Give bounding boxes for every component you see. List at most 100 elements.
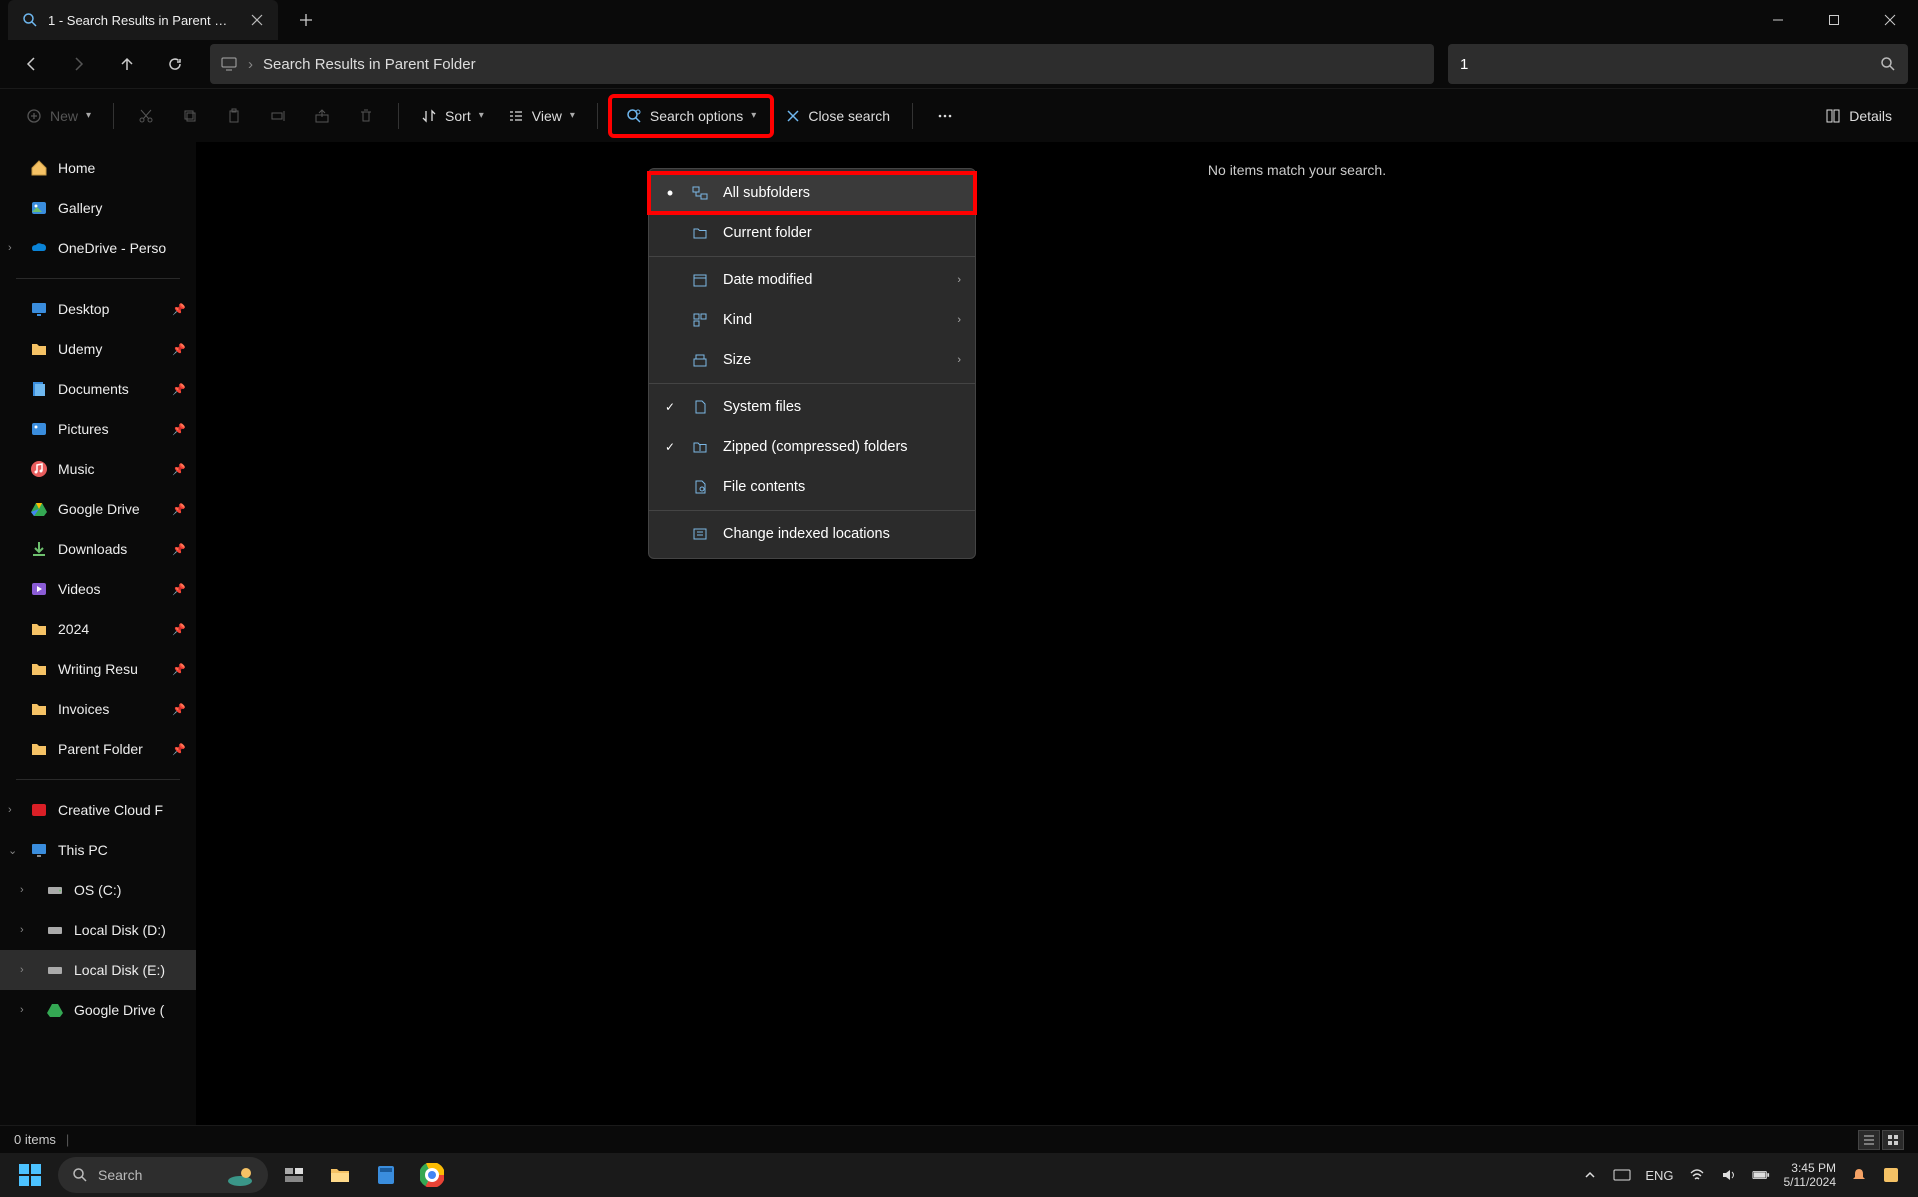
wifi-icon[interactable] xyxy=(1688,1166,1706,1184)
view-button[interactable]: View ▾ xyxy=(498,96,585,136)
dropdown-item-system-files[interactable]: ✓ System files xyxy=(649,387,975,427)
sidebar-item-label: Music xyxy=(58,461,95,477)
sidebar-item-2024[interactable]: 2024 📌 xyxy=(0,609,196,649)
folder-icon xyxy=(30,700,48,718)
pin-icon: 📌 xyxy=(172,543,186,556)
forward-button[interactable] xyxy=(58,44,100,84)
volume-icon[interactable] xyxy=(1720,1166,1738,1184)
sidebar-item-home[interactable]: Home xyxy=(0,148,196,188)
pictures-icon xyxy=(30,420,48,438)
sidebar[interactable]: Home Gallery › OneDrive - Perso Desktop … xyxy=(0,142,196,1153)
delete-button[interactable] xyxy=(346,96,386,136)
taskbar-app-explorer[interactable] xyxy=(320,1155,360,1195)
dropdown-item-indexed[interactable]: Change indexed locations xyxy=(649,514,975,554)
sidebar-item-invoices[interactable]: Invoices 📌 xyxy=(0,689,196,729)
sidebar-item-disk-e[interactable]: › Local Disk (E:) xyxy=(0,950,196,990)
sidebar-item-cc[interactable]: › Creative Cloud F xyxy=(0,790,196,830)
chevron-right-icon[interactable]: › xyxy=(20,884,24,896)
taskbar-search[interactable]: Search xyxy=(58,1157,268,1193)
chevron-down-icon[interactable]: ⌄ xyxy=(8,844,17,857)
start-button[interactable] xyxy=(8,1155,52,1195)
sidebar-item-music[interactable]: Music 📌 xyxy=(0,449,196,489)
dropdown-item-label: Kind xyxy=(723,312,943,328)
search-icon[interactable] xyxy=(1880,56,1896,72)
search-options-button[interactable]: Search options ▾ xyxy=(610,96,772,136)
refresh-button[interactable] xyxy=(154,44,196,84)
dropdown-item-current-folder[interactable]: Current folder xyxy=(649,213,975,253)
more-button[interactable] xyxy=(925,96,965,136)
file-icon xyxy=(691,398,709,416)
tray-app-icon[interactable] xyxy=(1882,1166,1900,1184)
dropdown-item-all-subfolders[interactable]: • All subfolders xyxy=(649,173,975,213)
contents-icon xyxy=(691,478,709,496)
rename-button[interactable] xyxy=(258,96,298,136)
sidebar-item-pictures[interactable]: Pictures 📌 xyxy=(0,409,196,449)
chevron-right-icon[interactable]: › xyxy=(8,804,12,816)
address-bar[interactable]: › Search Results in Parent Folder xyxy=(210,44,1434,84)
language-indicator[interactable]: ENG xyxy=(1645,1168,1673,1183)
indexed-icon xyxy=(691,525,709,543)
details-button[interactable]: Details xyxy=(1815,96,1902,136)
paste-button[interactable] xyxy=(214,96,254,136)
dropdown-item-file-contents[interactable]: File contents xyxy=(649,467,975,507)
dropdown-item-label: Change indexed locations xyxy=(723,526,961,542)
new-button[interactable]: New ▾ xyxy=(16,96,101,136)
sidebar-item-udemy[interactable]: Udemy 📌 xyxy=(0,329,196,369)
sidebar-item-parent[interactable]: Parent Folder 📌 xyxy=(0,729,196,769)
sidebar-item-gdrive[interactable]: Google Drive 📌 xyxy=(0,489,196,529)
sidebar-item-gallery[interactable]: Gallery xyxy=(0,188,196,228)
sort-button[interactable]: Sort ▾ xyxy=(411,96,494,136)
sidebar-item-videos[interactable]: Videos 📌 xyxy=(0,569,196,609)
minimize-button[interactable] xyxy=(1750,0,1806,40)
search-input[interactable] xyxy=(1460,56,1870,73)
sidebar-item-label: This PC xyxy=(58,842,108,858)
taskbar-app-calc[interactable] xyxy=(366,1155,406,1195)
notification-icon[interactable] xyxy=(1850,1166,1868,1184)
sidebar-item-disk-d[interactable]: › Local Disk (D:) xyxy=(0,910,196,950)
close-search-button[interactable]: Close search xyxy=(776,96,900,136)
icons-view-button[interactable] xyxy=(1882,1130,1904,1150)
pin-icon: 📌 xyxy=(172,703,186,716)
close-icon[interactable] xyxy=(250,13,264,27)
new-tab-button[interactable] xyxy=(288,2,324,38)
chevron-right-icon[interactable]: › xyxy=(20,924,24,936)
taskbar-app-taskview[interactable] xyxy=(274,1155,314,1195)
sidebar-item-downloads[interactable]: Downloads 📌 xyxy=(0,529,196,569)
taskbar-app-chrome[interactable] xyxy=(412,1155,452,1195)
window-controls xyxy=(1750,0,1918,40)
maximize-button[interactable] xyxy=(1806,0,1862,40)
sidebar-item-desktop[interactable]: Desktop 📌 xyxy=(0,289,196,329)
battery-icon[interactable] xyxy=(1752,1166,1770,1184)
cut-button[interactable] xyxy=(126,96,166,136)
dropdown-item-kind[interactable]: Kind › xyxy=(649,300,975,340)
chevron-right-icon[interactable]: › xyxy=(8,242,12,254)
dropdown-item-date-modified[interactable]: Date modified › xyxy=(649,260,975,300)
tab[interactable]: 1 - Search Results in Parent Fol xyxy=(8,0,278,40)
pin-icon: 📌 xyxy=(172,623,186,636)
up-button[interactable] xyxy=(106,44,148,84)
sidebar-item-writing[interactable]: Writing Resu 📌 xyxy=(0,649,196,689)
keyboard-icon[interactable] xyxy=(1613,1166,1631,1184)
chevron-right-icon[interactable]: › xyxy=(20,964,24,976)
search-box[interactable] xyxy=(1448,44,1908,84)
search-highlight-icon xyxy=(226,1163,254,1187)
sidebar-item-onedrive[interactable]: › OneDrive - Perso xyxy=(0,228,196,268)
clock[interactable]: 3:45 PM 5/11/2024 xyxy=(1784,1161,1837,1190)
folder-icon xyxy=(30,740,48,758)
chevron-down-icon: ▾ xyxy=(570,110,575,121)
share-button[interactable] xyxy=(302,96,342,136)
dropdown-item-size[interactable]: Size › xyxy=(649,340,975,380)
sidebar-item-documents[interactable]: Documents 📌 xyxy=(0,369,196,409)
chevron-right-icon[interactable]: › xyxy=(20,1004,24,1016)
dropdown-item-zipped[interactable]: ✓ Zipped (compressed) folders xyxy=(649,427,975,467)
details-view-button[interactable] xyxy=(1858,1130,1880,1150)
chevron-up-icon[interactable] xyxy=(1581,1166,1599,1184)
sidebar-item-gdrive2[interactable]: › Google Drive ( xyxy=(0,990,196,1030)
sidebar-item-os-c[interactable]: › OS (C:) xyxy=(0,870,196,910)
sidebar-item-label: Parent Folder xyxy=(58,741,143,757)
copy-button[interactable] xyxy=(170,96,210,136)
sidebar-item-label: Downloads xyxy=(58,541,127,557)
back-button[interactable] xyxy=(10,44,52,84)
close-window-button[interactable] xyxy=(1862,0,1918,40)
sidebar-item-thispc[interactable]: ⌄ This PC xyxy=(0,830,196,870)
